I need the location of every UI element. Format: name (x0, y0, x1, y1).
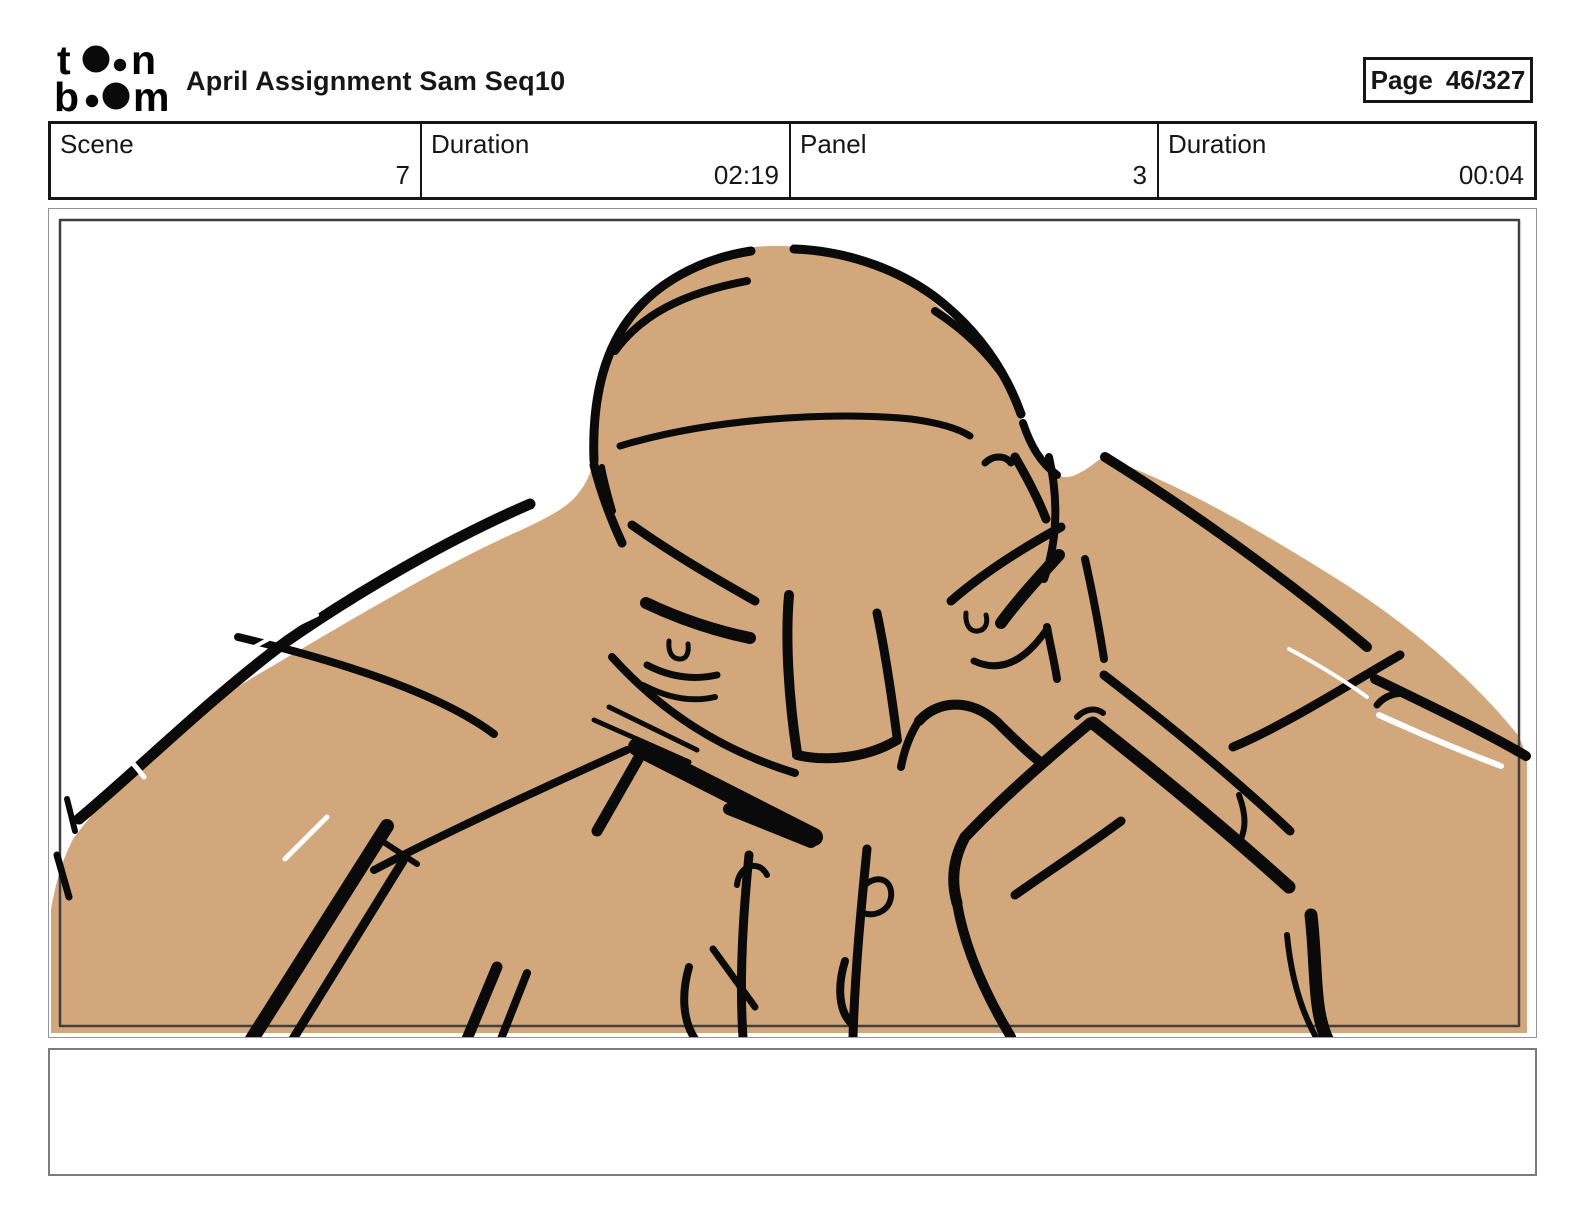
logo-big-dot-bottom (102, 82, 130, 110)
storyboard-page: { "header": { "logo": { "icon": "toonboo… (0, 0, 1584, 1224)
scene-cell: Scene 7 (51, 124, 420, 197)
logo-big-dot-top (82, 45, 110, 73)
left-border-stroke-1 (64, 796, 78, 834)
scene-duration-cell: Duration 02:19 (420, 124, 789, 197)
logo-small-dot-bottom (85, 94, 99, 108)
page-value: 46/327 (1445, 64, 1526, 95)
scene-duration-label: Duration (431, 129, 530, 159)
scene-value: 7 (395, 160, 410, 190)
scene-label: Scene (60, 129, 134, 159)
page-label: Page (1370, 64, 1433, 95)
character-figure (51, 218, 1531, 1037)
panel-label: Panel (800, 129, 867, 159)
toonboom-logo-icon: t n b m (54, 38, 169, 114)
panel-duration-cell: Duration 00:04 (1157, 124, 1534, 197)
info-table: Scene 7 Duration 02:19 Panel 3 Duration … (48, 121, 1537, 200)
caption-box (48, 1048, 1537, 1176)
panel-cell: Panel 3 (789, 124, 1157, 197)
scene-duration-value: 02:19 (713, 160, 779, 190)
project-title: April Assignment Sam Seq10 (186, 66, 566, 96)
logo-small-dot-top (113, 58, 127, 72)
panel-duration-value: 00:04 (1458, 160, 1524, 190)
storyboard-panel (48, 208, 1537, 1038)
panel-duration-label: Duration (1168, 129, 1267, 159)
panel-drawing (51, 218, 1531, 1037)
logo-letter-m: m (133, 74, 169, 114)
panel-value: 3 (1132, 160, 1147, 190)
page-number-box: Page 46/327 (1363, 57, 1533, 103)
logo-letter-b: b (54, 74, 79, 114)
